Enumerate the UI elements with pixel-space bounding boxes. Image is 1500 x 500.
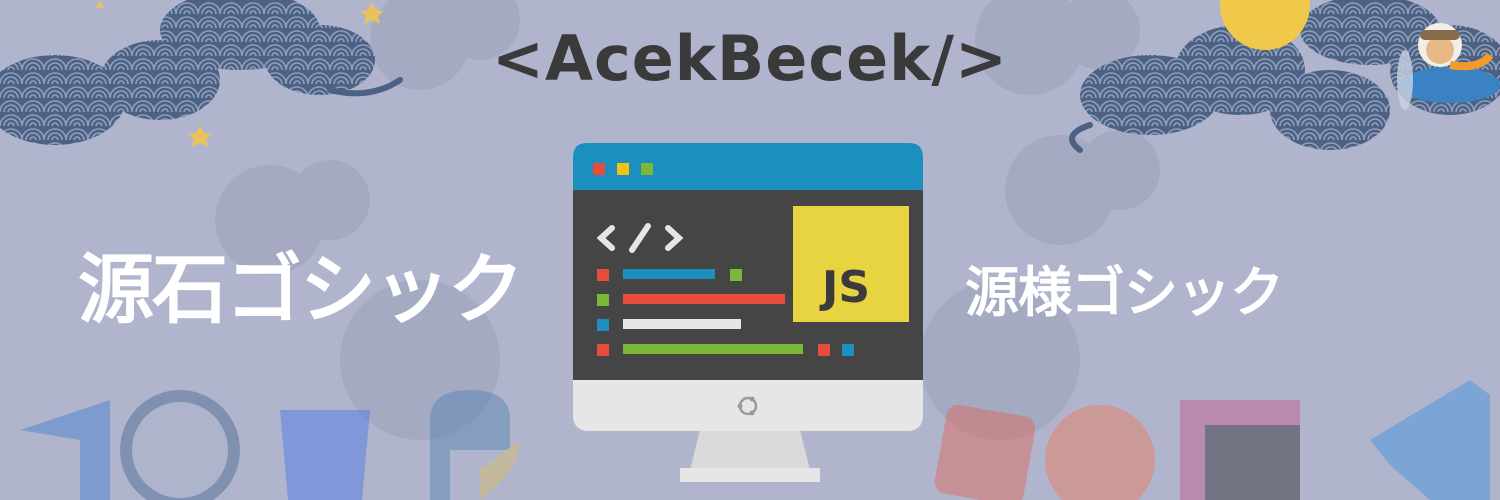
git-icon bbox=[934, 404, 1036, 500]
postgresql-icon bbox=[120, 390, 240, 500]
vscode-icon bbox=[1370, 380, 1490, 500]
intellij-icon bbox=[1180, 400, 1300, 500]
postman-icon bbox=[1045, 405, 1155, 500]
atlassian-icon bbox=[20, 400, 110, 500]
right-font-name: 源様ゴシック bbox=[965, 261, 1284, 324]
monitor-illustration bbox=[573, 143, 923, 482]
python-icon bbox=[430, 390, 520, 500]
left-font-name: 源石ゴシック bbox=[78, 245, 524, 334]
js-badge-label: JS bbox=[822, 262, 871, 313]
page-title: <AcekBecek/> bbox=[492, 22, 1008, 95]
bottom-left-icons bbox=[20, 390, 520, 500]
css-icon bbox=[280, 410, 370, 500]
